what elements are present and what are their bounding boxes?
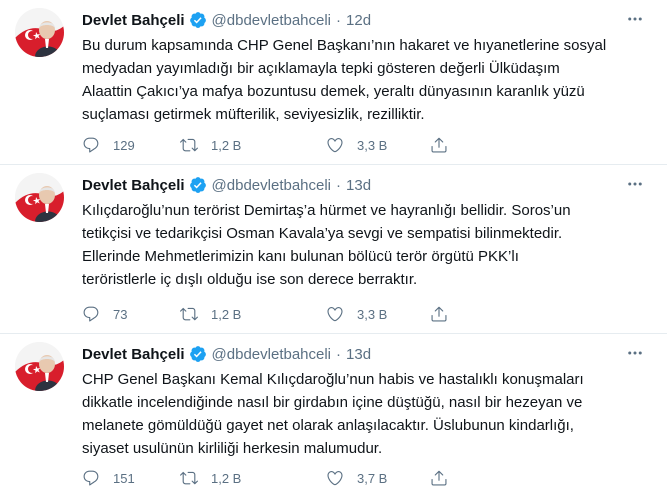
retweet-icon (180, 305, 198, 323)
timestamp[interactable]: 13d (346, 346, 371, 363)
heart-icon (326, 469, 344, 487)
reply-button[interactable]: 73 (82, 305, 180, 323)
reply-button[interactable]: 129 (82, 136, 180, 154)
avatar[interactable] (15, 8, 64, 57)
tweet-text: Bu durum kapsamında CHP Genel Başkanı’nı… (82, 34, 652, 126)
user-handle[interactable]: @dbdevletbahceli (212, 346, 331, 363)
tweet-text-line: CHP Genel Başkanı Kemal Kılıçdaroğlu’nun… (82, 371, 584, 388)
reply-icon (82, 469, 100, 487)
user-handle[interactable]: @dbdevletbahceli (212, 177, 331, 194)
tweet-header: Devlet Bahçeli @dbdevletbahceli · 13d (82, 174, 647, 196)
share-button[interactable] (430, 136, 470, 154)
retweet-button[interactable]: 1,2 B (180, 136, 326, 154)
tweet-text-line: siyaset usulünün kirliliği herkesin malu… (82, 440, 383, 457)
tweet-text-line: Kılıçdaroğlu’nun terörist Demirtaş’a hür… (82, 202, 571, 219)
tweet-text-line: melanete gömüldüğü gayet net olarak anla… (82, 417, 574, 434)
tweet-text-line: Alaattin Çakıcı’ya mafya bozuntusu demek… (82, 83, 585, 100)
more-icon[interactable] (625, 9, 645, 29)
like-count: 3,3 B (357, 137, 388, 153)
reply-count: 129 (113, 137, 135, 153)
avatar[interactable] (15, 342, 64, 391)
timestamp[interactable]: 12d (346, 12, 371, 29)
verified-badge-icon (189, 11, 207, 29)
separator-dot: · (336, 345, 342, 363)
reply-button[interactable]: 151 (82, 469, 180, 487)
tweet-text-line: medyadan yayımladığı bir açıklamayla tep… (82, 60, 560, 77)
retweet-button[interactable]: 1,2 B (180, 469, 326, 487)
more-icon[interactable] (625, 343, 645, 363)
like-button[interactable]: 3,3 B (326, 136, 430, 154)
tweet-text: CHP Genel Başkanı Kemal Kılıçdaroğlu’nun… (82, 368, 652, 460)
tweet-actions: 73 1,2 B 3,3 B (82, 304, 652, 324)
avatar[interactable] (15, 173, 64, 222)
reply-icon (82, 305, 100, 323)
reply-icon (82, 136, 100, 154)
separator-dot: · (336, 11, 342, 29)
tweet-actions: 151 1,2 B 3,7 B (82, 468, 652, 488)
heart-icon (326, 305, 344, 323)
tweet-header: Devlet Bahçeli @dbdevletbahceli · 13d (82, 343, 647, 365)
like-count: 3,3 B (357, 306, 388, 322)
reply-count: 73 (113, 306, 128, 322)
retweet-count: 1,2 B (211, 306, 242, 322)
tweet-text-line: teröristlerle iç dışlı olduğu ise son de… (82, 271, 418, 288)
display-name[interactable]: Devlet Bahçeli (82, 177, 185, 194)
tweet-text-line: Ellerinde Mehmetlerimizin kanı bulunan b… (82, 248, 519, 265)
heart-icon (326, 136, 344, 154)
retweet-button[interactable]: 1,2 B (180, 305, 326, 323)
tweet-text: Kılıçdaroğlu’nun terörist Demirtaş’a hür… (82, 199, 652, 291)
tweet-actions: 129 1,2 B 3,3 B (82, 135, 652, 155)
like-count: 3,7 B (357, 470, 388, 486)
like-button[interactable]: 3,7 B (326, 469, 430, 487)
user-handle[interactable]: @dbdevletbahceli (212, 12, 331, 29)
tweet[interactable]: Devlet Bahçeli @dbdevletbahceli · 13d Kı… (0, 165, 667, 334)
tweet-text-line: tetikçisi ve tedarikçisi Osman Kavala’ya… (82, 225, 563, 242)
share-button[interactable] (430, 469, 470, 487)
share-icon (430, 305, 448, 323)
tweet-header: Devlet Bahçeli @dbdevletbahceli · 12d (82, 9, 647, 31)
retweet-count: 1,2 B (211, 470, 242, 486)
retweet-icon (180, 469, 198, 487)
tweet-text-line: dikkatle incelendiğinde nasıl bir girdab… (82, 394, 583, 411)
tweet[interactable]: Devlet Bahçeli @dbdevletbahceli · 13d CH… (0, 334, 667, 497)
like-button[interactable]: 3,3 B (326, 305, 430, 323)
tweet-feed: Devlet Bahçeli @dbdevletbahceli · 12d Bu… (0, 0, 667, 497)
retweet-count: 1,2 B (211, 137, 242, 153)
display-name[interactable]: Devlet Bahçeli (82, 346, 185, 363)
share-icon (430, 469, 448, 487)
display-name[interactable]: Devlet Bahçeli (82, 12, 185, 29)
share-button[interactable] (430, 305, 470, 323)
retweet-icon (180, 136, 198, 154)
more-icon[interactable] (625, 174, 645, 194)
reply-count: 151 (113, 470, 135, 486)
share-icon (430, 136, 448, 154)
tweet-text-line: Bu durum kapsamında CHP Genel Başkanı’nı… (82, 37, 607, 54)
separator-dot: · (336, 176, 342, 194)
timestamp[interactable]: 13d (346, 177, 371, 194)
verified-badge-icon (189, 176, 207, 194)
tweet[interactable]: Devlet Bahçeli @dbdevletbahceli · 12d Bu… (0, 0, 667, 165)
verified-badge-icon (189, 345, 207, 363)
tweet-text-line: suçlaması getirmek müfterilik, seviyesiz… (82, 106, 425, 123)
